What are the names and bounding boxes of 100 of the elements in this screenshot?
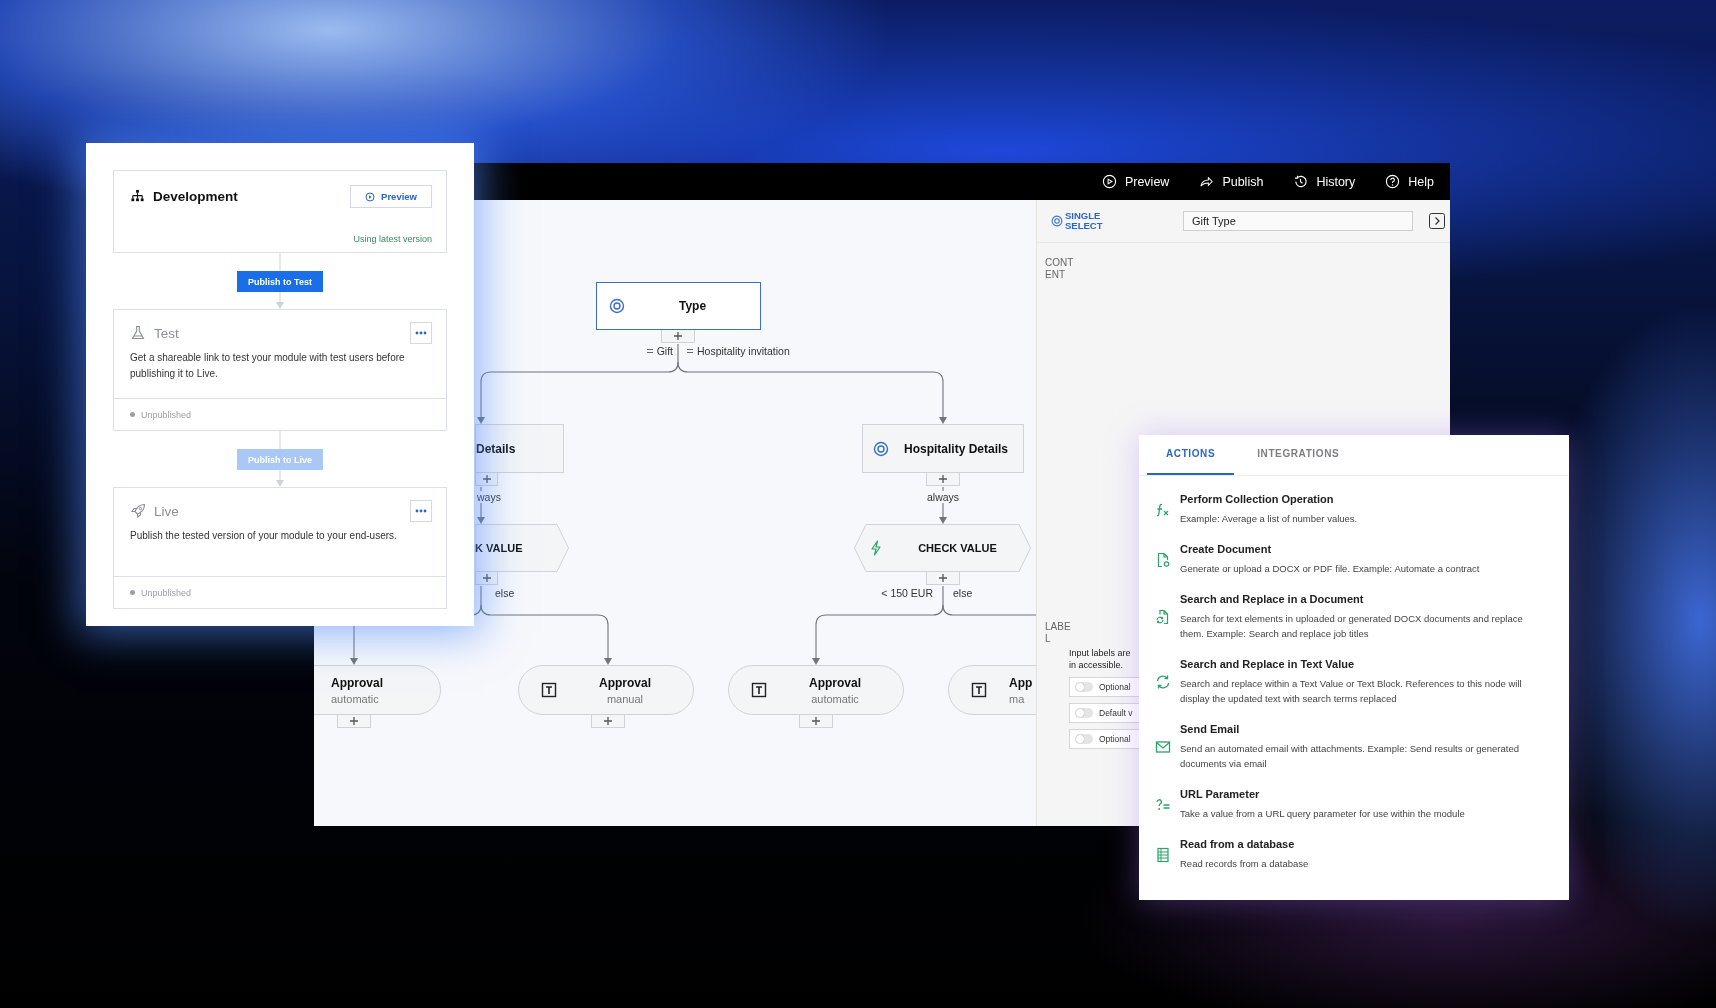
node-title: Type [678,299,707,313]
flow-node[interactable]: App ma [948,665,1036,715]
action-title[interactable]: Create Document [1180,543,1540,555]
flow-node[interactable]: Approval manual [518,665,694,715]
option-label: Optional [1099,682,1131,692]
flow-node[interactable]: Type [596,282,761,330]
node-title: Approval [331,675,383,690]
section-label: CONTENT [1045,257,1074,281]
option-label: Default v [1099,708,1133,718]
more-icon [415,509,427,513]
text-icon [971,682,987,698]
action-description: Generate or upload a DOCX or PDF file. Example: Automate a contract [1180,562,1481,576]
toggle-switch[interactable] [1075,734,1093,744]
document-refresh-icon [1155,609,1171,625]
flow-node[interactable]: Hospitality Details [862,424,1024,473]
add-button[interactable] [926,572,960,585]
add-button[interactable] [661,330,695,343]
plus-icon [481,573,492,583]
more-icon [415,331,427,335]
list-icon [687,348,693,354]
plus-icon [938,474,948,484]
target-icon [1051,215,1063,227]
toggle-switch[interactable] [1075,682,1093,692]
more-button[interactable] [410,322,432,344]
share-icon [1199,174,1215,189]
tab[interactable]: INTEGRATIONS [1238,435,1359,475]
edge-label: else [953,587,973,599]
edge-label: Hospitality invitation [697,345,790,357]
action-description: Search for text elements in uploaded or generated DOCX documents and replace them. Example: Search and replace job titles [1180,612,1524,641]
action-description: Search and replace within a Text Value or Text Block. References to this node will display the updated text with search terms replaced [1180,677,1523,706]
plus-icon [481,474,492,484]
text-icon [541,682,557,698]
document-gear-icon [1155,551,1171,568]
toolbar-button[interactable]: History [1293,174,1356,189]
plus-icon [349,716,359,726]
add-button[interactable] [475,572,498,585]
plus-icon [673,331,683,341]
action-title[interactable]: Send Email [1180,723,1540,735]
flask-icon [130,325,146,341]
target-icon [873,440,889,457]
stage-status: Unpublished [141,409,192,420]
more-button[interactable] [410,500,432,522]
action-title[interactable]: Perform Collection Operation [1180,493,1540,505]
add-button[interactable] [926,473,960,486]
flow-node[interactable]: CHECK VALUE [854,524,1031,572]
section-label: LABEL [1045,621,1072,645]
plus-icon [938,573,948,583]
text-icon [751,682,767,698]
node-type-label: SINGLE SELECT [1065,211,1104,231]
stage-title: Development [153,189,238,204]
name-field[interactable]: Gift Type [1183,211,1413,231]
add-button[interactable] [475,473,498,486]
toggle-switch[interactable] [1075,708,1093,718]
action-title[interactable]: URL Parameter [1180,788,1540,800]
action-description: Read records from a database [1180,857,1310,871]
refresh-icon [1155,674,1171,690]
action-description: Take a value from a URL query parameter for use within the module [1180,807,1466,821]
add-button[interactable] [591,715,625,728]
node-subtitle: automatic [331,692,379,705]
stage-description: Get a shareable link to test your module with test users before publishing it to Live. [130,351,406,381]
add-button[interactable] [799,715,833,728]
stage-title: Test [154,325,179,341]
action-title[interactable]: Read from a database [1180,838,1540,850]
flow-node[interactable]: Approval automatic [314,665,441,715]
node-title: Approval [809,675,861,690]
flow-node[interactable]: Approval automatic [728,665,904,715]
history-icon [1293,174,1309,189]
toolbar-button[interactable]: Preview [1101,174,1170,189]
node-title: Hospitality Details [904,441,1008,456]
collapse-button[interactable] [1429,213,1445,229]
publish-button[interactable]: Publish to Test [237,271,323,292]
action-title[interactable]: Search and Replace in a Document [1180,593,1540,605]
stage-title: Live [154,503,179,519]
option-label: Optional [1099,734,1131,744]
tab[interactable]: ACTIONS [1147,435,1235,475]
stage-status: Unpublished [141,587,192,598]
toolbar-button[interactable]: Publish [1199,174,1264,189]
action-description: Send an automated email with attachments. Example: Send results or generated documents via email [1180,742,1521,771]
edge-label: ways [477,491,501,503]
flow-node[interactable]: Details [475,424,564,473]
flow-node[interactable]: K VALUE [475,524,569,572]
table-icon [1155,846,1171,863]
hint-text: Input labels are in accessible. [1069,647,1132,671]
toolbar-button[interactable]: Help [1385,174,1434,189]
edge-label: always [927,491,960,503]
node-title: K VALUE [475,542,523,554]
edge-label: < 150 EUR [881,587,933,599]
action-description: Example: Average a list of number values. [1180,512,1359,526]
target-icon [609,298,625,314]
status-dot [130,590,135,595]
action-title[interactable]: Search and Replace in Text Value [1180,658,1540,670]
rocket-icon [130,503,146,519]
preview-button[interactable]: Preview [350,185,432,208]
add-button[interactable] [337,715,371,728]
mail-icon [1155,739,1171,755]
play-icon [1101,174,1117,189]
plus-icon [603,716,613,726]
node-title: Details [476,441,516,456]
node-title: CHECK VALUE [918,542,997,554]
status-dot [130,412,135,417]
